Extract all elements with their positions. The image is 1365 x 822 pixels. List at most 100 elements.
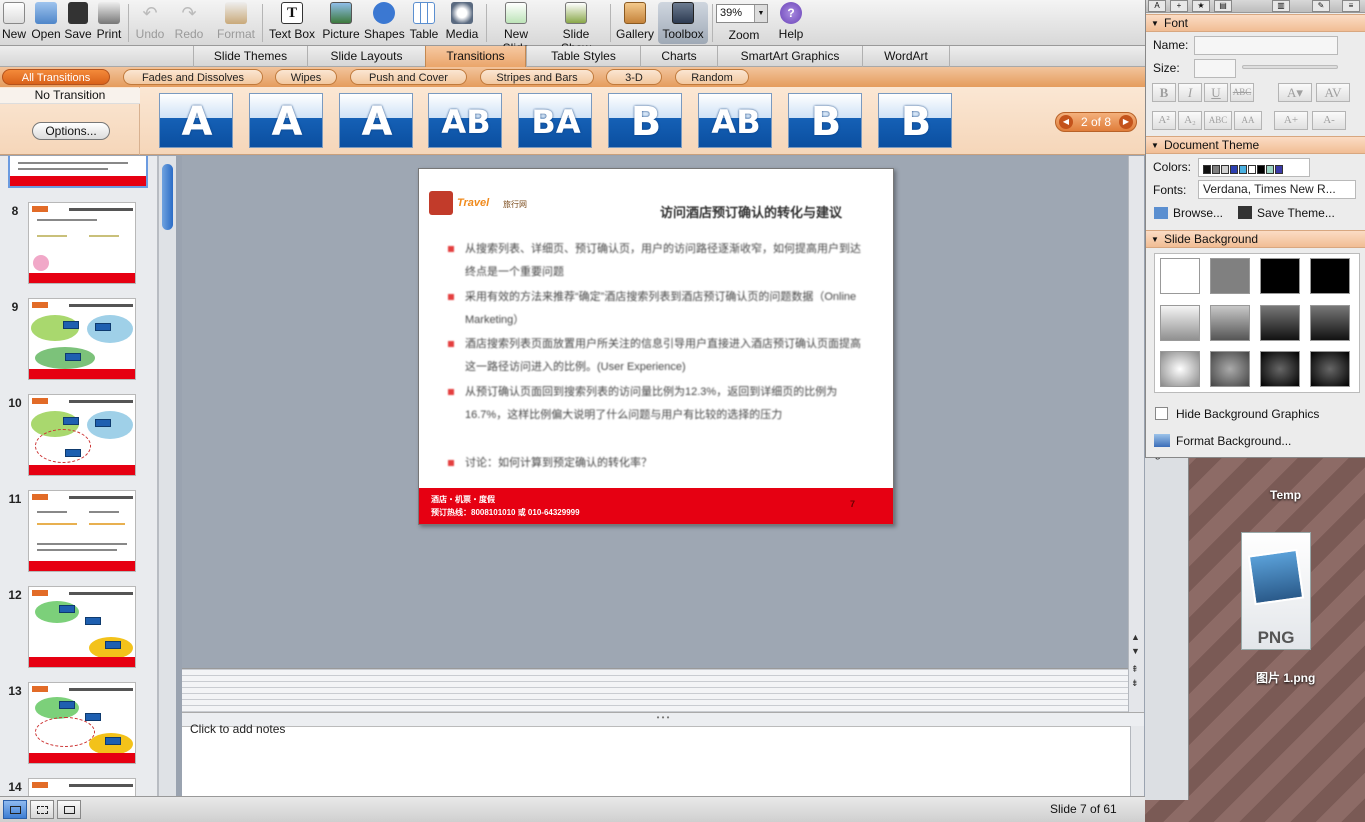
font-size-field[interactable]	[1194, 59, 1236, 78]
current-slide[interactable]: Travel 旅行网 访问酒店预订确认的转化与建议 从搜索列表、详细页、预订确认…	[418, 168, 894, 525]
tools-icon[interactable]: ✎	[1312, 0, 1330, 12]
favorites-star-icon[interactable]: ★	[1192, 0, 1210, 12]
grow-font-button[interactable]: A+	[1274, 111, 1308, 130]
image-palette-icon[interactable]: ▤	[1214, 0, 1232, 12]
menu-lines-icon[interactable]: ≡	[1342, 0, 1360, 12]
tab-charts[interactable]: Charts	[640, 46, 717, 67]
font-color-button[interactable]: A▾	[1278, 83, 1312, 102]
slide-thumbnail[interactable]	[28, 394, 136, 476]
options-button[interactable]: Options...	[32, 122, 110, 140]
desktop-folder-label[interactable]: Temp	[1270, 488, 1301, 502]
transition-thumb[interactable]: BA	[518, 93, 592, 148]
gallery-button[interactable]: Gallery	[614, 2, 656, 44]
font-name-field[interactable]	[1194, 36, 1338, 55]
notes-pane[interactable]: Click to add notes	[182, 722, 1130, 796]
shrink-font-button[interactable]: A-	[1312, 111, 1346, 130]
undo-button[interactable]: ↶ Undo	[133, 2, 167, 44]
slide-thumbnail-selected[interactable]	[8, 156, 148, 188]
notes-resize-handle[interactable]: • • •	[182, 712, 1144, 726]
tab-smartart-graphics[interactable]: SmartArt Graphics	[717, 46, 862, 67]
transition-thumb[interactable]: A	[339, 93, 413, 148]
category-random[interactable]: Random	[675, 69, 749, 85]
category-stripes-bars[interactable]: Stripes and Bars	[480, 69, 594, 85]
transition-thumb[interactable]: A	[159, 93, 233, 148]
shapes-button[interactable]: Shapes	[364, 2, 405, 44]
transition-thumb[interactable]: A	[249, 93, 323, 148]
tab-transitions[interactable]: Transitions	[425, 46, 526, 67]
background-swatch[interactable]	[1210, 258, 1250, 294]
slide-thumbnail[interactable]	[28, 778, 136, 796]
text-box-button[interactable]: T Text Box	[266, 2, 318, 44]
all-caps-button[interactable]: AA	[1234, 111, 1262, 130]
canvas-scrollbar[interactable]: ▲ ▼ ⇞ ⇟	[1128, 156, 1144, 712]
save-theme-button[interactable]: Save Theme...	[1238, 206, 1335, 220]
redo-button[interactable]: ↷ Redo	[172, 2, 206, 44]
hide-background-checkbox[interactable]	[1155, 407, 1168, 420]
small-caps-button[interactable]: ABC	[1204, 111, 1232, 130]
transition-thumb[interactable]: B	[608, 93, 682, 148]
scroll-up-icon[interactable]: ▲	[1131, 632, 1140, 642]
toolbox-button[interactable]: Toolbox	[658, 2, 708, 44]
browse-themes-button[interactable]: Browse...	[1154, 206, 1223, 220]
tab-wordart[interactable]: WordArt	[862, 46, 950, 67]
notes-scrollbar[interactable]	[1130, 726, 1144, 796]
no-transition-option[interactable]: No Transition	[0, 88, 140, 104]
transition-thumb[interactable]: AB	[698, 93, 772, 148]
category-3d[interactable]: 3-D	[606, 69, 662, 85]
slide-background-header[interactable]: Slide Background	[1146, 230, 1365, 248]
subscript-button[interactable]: A₂	[1178, 111, 1202, 130]
background-swatch[interactable]	[1260, 258, 1300, 294]
theme-colors-select[interactable]	[1198, 158, 1310, 177]
slide-thumbnail[interactable]	[28, 490, 136, 572]
normal-view-button[interactable]	[3, 800, 27, 819]
background-swatch[interactable]	[1160, 351, 1200, 387]
text-palette-icon[interactable]: A	[1148, 0, 1166, 12]
font-section-header[interactable]: Font	[1146, 14, 1365, 32]
underline-button[interactable]: U	[1204, 83, 1228, 102]
slide-show-button[interactable]: Slide Show	[546, 2, 606, 55]
new-slide-button[interactable]: New Slide	[489, 2, 543, 55]
scroll-down-icon[interactable]: ▼	[1131, 646, 1140, 656]
print-button[interactable]: Print	[94, 2, 124, 44]
next-slide-icon[interactable]: ⇟	[1131, 678, 1139, 689]
character-spacing-button[interactable]: AV	[1316, 83, 1350, 102]
previous-slide-icon[interactable]: ⇞	[1131, 664, 1139, 675]
object-palette-icon[interactable]: +	[1170, 0, 1188, 12]
size-slider[interactable]	[1242, 65, 1338, 69]
format-button[interactable]: Format	[215, 2, 257, 44]
columns-palette-icon[interactable]: ▥	[1272, 0, 1290, 12]
help-button[interactable]: ? Help	[776, 2, 806, 44]
background-swatch[interactable]	[1210, 305, 1250, 341]
italic-button[interactable]: I	[1178, 83, 1202, 102]
media-button[interactable]: Media	[444, 2, 480, 44]
slide-show-view-button[interactable]	[57, 800, 81, 819]
background-swatch[interactable]	[1160, 305, 1200, 341]
background-swatch[interactable]	[1310, 305, 1350, 341]
open-button[interactable]: Open	[30, 2, 62, 44]
theme-fonts-select[interactable]: Verdana, Times New R...	[1198, 180, 1356, 199]
transition-thumb[interactable]: B	[878, 93, 952, 148]
tab-slide-layouts[interactable]: Slide Layouts	[307, 46, 425, 67]
scroll-thumb[interactable]	[162, 164, 173, 230]
png-file-icon[interactable]: PNG	[1241, 532, 1321, 652]
transition-thumb[interactable]: B	[788, 93, 862, 148]
strikethrough-button[interactable]: ABC	[1230, 83, 1254, 102]
tab-table-styles[interactable]: Table Styles	[526, 46, 640, 67]
background-swatch[interactable]	[1260, 305, 1300, 341]
zoom-select[interactable]: 39% ▼	[716, 4, 768, 23]
background-swatch[interactable]	[1310, 258, 1350, 294]
background-swatch[interactable]	[1260, 351, 1300, 387]
category-all-transitions[interactable]: All Transitions	[2, 69, 110, 85]
transition-thumb[interactable]: AB	[428, 93, 502, 148]
bold-button[interactable]: B	[1152, 83, 1176, 102]
slide-sorter-view-button[interactable]	[30, 800, 54, 819]
tab-slide-themes[interactable]: Slide Themes	[193, 46, 307, 67]
table-button[interactable]: Table	[406, 2, 442, 44]
background-swatch[interactable]	[1210, 351, 1250, 387]
format-background-button[interactable]: Format Background...	[1154, 434, 1291, 448]
category-wipes[interactable]: Wipes	[275, 69, 337, 85]
chevron-right-icon[interactable]: ▶	[1119, 115, 1133, 129]
desktop-file-label[interactable]: 图片 1.png	[1256, 669, 1315, 686]
category-fades-dissolves[interactable]: Fades and Dissolves	[123, 69, 263, 85]
background-swatch[interactable]	[1310, 351, 1350, 387]
